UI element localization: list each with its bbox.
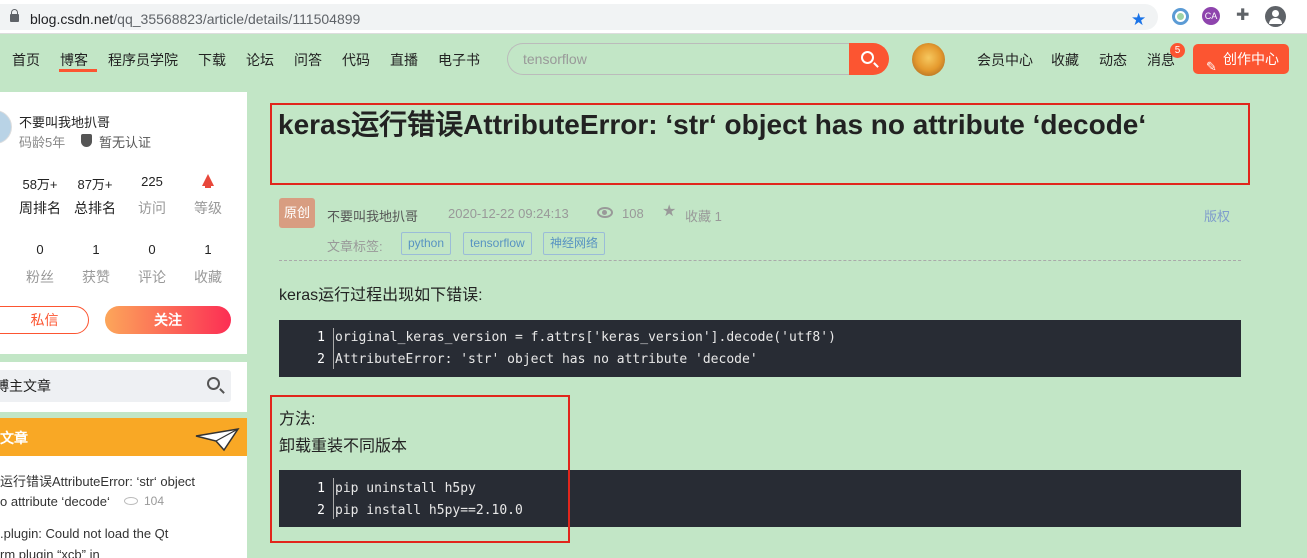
nav-academy[interactable]: 程序员学院 [108,50,178,70]
create-center-button[interactable]: ✎ 创作中心 [1193,44,1289,74]
level-icon [202,174,214,188]
nav-favorites[interactable]: 收藏 [1051,50,1079,70]
tag-python[interactable]: python [401,232,452,255]
article-date: 2020-12-22 09:24:13 [448,206,569,221]
extensions-puzzle-icon[interactable]: ✚ [1236,7,1249,25]
author-certification: 暂无认证 [99,135,152,150]
nav-blog[interactable]: 博客 [60,50,88,70]
pen-icon: ✎ [1206,59,1217,74]
author-name[interactable]: 不要叫我地扒哥 [19,112,110,131]
original-badge: 原创 [279,198,315,228]
profile-icon[interactable] [1265,6,1286,27]
site-nav: 首页 博客 程序员学院 下载 论坛 问答 代码 直播 电子书 会员中心 收藏 动… [0,34,1307,86]
author-coding-age: 码龄5年 [19,135,66,150]
stat-likes-value: 1 [92,242,100,257]
code-block-error: 1 2 original_keras_version = f.attrs['ke… [279,320,1241,377]
stat-comments-label: 评论 [138,269,166,285]
stat-fans-value: 0 [36,242,44,257]
url-field[interactable]: blog.csdn.net/qq_35568823/article/detail… [0,4,1158,30]
nav-live[interactable]: 直播 [390,50,418,70]
hot-articles-header: 文章 [0,418,247,456]
code-line: AttributeError: 'str' object has no attr… [335,352,758,367]
search-icon[interactable] [207,377,220,390]
lock-icon[interactable] [10,9,19,22]
hot-articles-title: 文章 [0,430,28,446]
stat-favorites-label: 收藏 [194,269,222,285]
follow-button[interactable]: 关注 [105,306,231,334]
nav-ebook[interactable]: 电子书 [438,50,480,70]
article-favorites[interactable]: 收藏 1 [685,206,722,225]
site-search [507,43,849,75]
author-article-search: 博主文章 [0,362,247,412]
message-count-badge: 5 [1170,43,1185,58]
method-highlight-box [270,395,570,543]
nav-home[interactable]: 首页 [12,50,40,70]
views-eye-icon [124,497,138,505]
stat-comments-value: 0 [148,242,156,257]
stat-weekly-rank-value: 58万+ [22,177,58,192]
nav-code[interactable]: 代码 [342,50,370,70]
line-number: 1 [317,330,325,345]
article-author[interactable]: 不要叫我地扒哥 [327,206,418,225]
stat-total-rank-value: 87万+ [77,177,113,192]
url-text[interactable]: blog.csdn.net/qq_35568823/article/detail… [30,11,360,27]
stat-total-rank-label: 总排名 [74,200,116,216]
hot-articles-list: 运行错误AttributeError: ‘str‘ object o attri… [0,456,247,558]
article-views: 108 [622,206,644,221]
hot-article-line[interactable]: .plugin: Could not load the Qt [0,526,168,541]
browser-address-bar: blog.csdn.net/qq_35568823/article/detail… [0,0,1307,34]
copyright-link[interactable]: 版权 [1204,206,1230,225]
author-profile-card: 不要叫我地扒哥 码龄5年 暂无认证 58万+ 周排名 87万+ 总排名 225 … [0,92,247,354]
intro-paragraph: keras运行过程出现如下错误: [279,287,483,304]
nav-qa[interactable]: 问答 [294,50,322,70]
bookmark-star-icon[interactable]: ★ [1131,10,1146,30]
stat-visits-label: 访问 [138,200,166,216]
user-avatar[interactable] [912,43,945,76]
search-button[interactable] [849,43,889,75]
nav-download[interactable]: 下载 [198,50,226,70]
line-number-divider [333,328,334,369]
hot-article-line[interactable]: 运行错误AttributeError: ‘str‘ object [0,471,195,490]
stat-favorites-value: 1 [204,242,212,257]
author-search-input[interactable]: 博主文章 [0,370,231,402]
code-line: original_keras_version = f.attrs['keras_… [335,330,836,345]
nav-member-center[interactable]: 会员中心 [977,50,1033,70]
line-number: 2 [317,352,325,367]
shield-icon [81,134,92,147]
meta-divider [279,260,1241,261]
stat-fans-label: 粉丝 [26,269,54,285]
favorite-star-icon[interactable]: ★ [662,203,676,221]
nav-activity[interactable]: 动态 [1099,50,1127,70]
paper-plane-icon [195,427,240,452]
stat-visits-value: 225 [141,174,163,189]
search-icon [861,51,874,64]
nav-active-indicator [59,69,97,72]
stat-likes-label: 获赞 [82,269,110,285]
stat-weekly-rank-label: 周排名 [19,200,61,216]
title-highlight-box [270,103,1250,185]
hot-article-line[interactable]: o attribute ‘decode‘ [0,494,110,509]
tags-label: 文章标签: [327,239,383,254]
author-avatar[interactable] [0,110,12,144]
tag-neural-network[interactable]: 神经网络 [543,232,606,255]
extension-icon[interactable] [1172,8,1189,25]
eye-icon [597,207,613,218]
search-input[interactable] [508,44,849,74]
extension-ca-icon[interactable]: CA [1202,7,1220,25]
stat-level-label: 等级 [194,200,222,216]
hot-article-views: 104 [144,494,165,508]
tag-tensorflow[interactable]: tensorflow [463,232,532,255]
private-message-button[interactable]: 私信 [0,306,89,334]
hot-article-line[interactable]: rm plugin “xcb” in [0,547,100,558]
nav-forum[interactable]: 论坛 [246,50,274,70]
